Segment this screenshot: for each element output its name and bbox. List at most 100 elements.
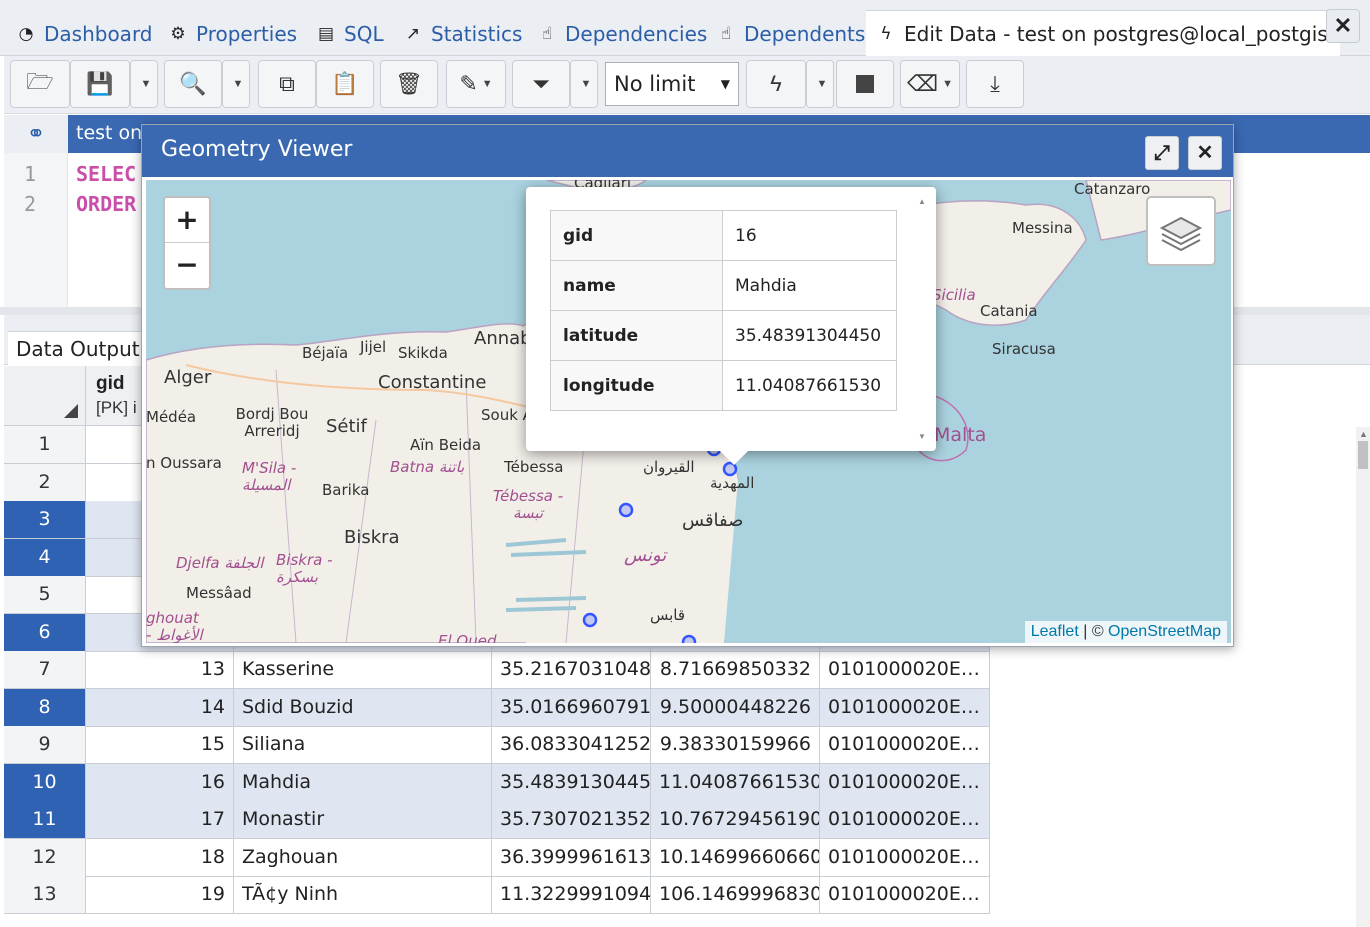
tab-dashboard[interactable]: ◔ Dashboard — [16, 12, 153, 56]
delete-button[interactable]: 🗑 — [380, 60, 438, 108]
cell-gid[interactable]: 14 — [86, 688, 234, 727]
cell-latitude[interactable]: 36.39999616130 — [492, 838, 651, 877]
table-row[interactable]: 12 18 Zaghouan 36.39999616130 10.14699660660… — [4, 838, 990, 877]
cell-longitude[interactable]: 10.76729456190 — [651, 801, 820, 839]
leaflet-link[interactable]: Leaflet — [1031, 623, 1079, 640]
edit-button[interactable]: ✎ ▼ — [446, 60, 506, 108]
stop-button[interactable] — [836, 60, 894, 108]
map-attribution: Leaflet | © OpenStreetMap — [1024, 621, 1227, 643]
map-view[interactable]: Cagliari Catanzaro Messina Sicilia Catan… — [146, 180, 1231, 643]
cell-geom[interactable]: 0101000020E61... — [820, 688, 990, 727]
connection-status-icon[interactable]: ⚭ — [4, 115, 68, 153]
row-number[interactable]: 5 — [4, 576, 86, 614]
code-line[interactable]: SELEC — [76, 162, 136, 186]
vertical-scrollbar[interactable]: ▲ — [1356, 427, 1370, 927]
cell-latitude[interactable]: 35.01669607910 — [492, 688, 651, 727]
tab-sql[interactable]: ▤ SQL — [316, 12, 384, 56]
tab-statistics[interactable]: ↗ Statistics — [403, 12, 523, 56]
cell-name[interactable]: Siliana — [234, 726, 492, 764]
caret-down-icon: ▼ — [720, 77, 730, 91]
row-number[interactable]: 1 — [4, 426, 86, 464]
cell-latitude[interactable]: 35.21670310480 — [492, 651, 651, 689]
tab-data-output[interactable]: Data Output — [8, 331, 148, 365]
cell-name[interactable]: Mahdia — [234, 763, 492, 802]
cell-longitude[interactable]: 11.04087661530 — [651, 763, 820, 802]
cell-name[interactable]: Kasserine — [234, 651, 492, 689]
trash-icon: 🗑 — [395, 71, 423, 96]
code-line[interactable]: ORDER — [76, 192, 136, 216]
tab-dependents[interactable]: ☝ Dependents — [716, 12, 866, 56]
row-number[interactable]: 12 — [4, 838, 86, 877]
scroll-thumb[interactable] — [1358, 441, 1368, 469]
cell-longitude[interactable]: 9.38330159966 — [651, 726, 820, 764]
row-limit-select[interactable]: No limit ▼ — [605, 62, 739, 106]
row-number[interactable]: 3 — [4, 501, 86, 539]
find-button[interactable]: 🔍 — [164, 60, 222, 108]
tab-dependencies[interactable]: ☝ Dependencies — [537, 12, 708, 56]
cell-name[interactable]: Zaghouan — [234, 838, 492, 877]
popup-scrollbar[interactable]: ▲ ▼ — [918, 197, 926, 441]
filter-button[interactable]: ⏷ — [512, 60, 570, 108]
row-number[interactable]: 2 — [4, 463, 86, 502]
download-button[interactable]: ⤓ — [966, 60, 1024, 108]
save-button[interactable]: 💾 — [70, 60, 130, 108]
cell-latitude[interactable]: 35.48391304450 — [492, 763, 651, 802]
filter-dropdown[interactable]: ▼ — [570, 60, 598, 108]
dialog-close-button[interactable]: ✕ — [1188, 136, 1222, 170]
clear-button[interactable]: ⌫ ▼ — [900, 60, 960, 108]
row-number[interactable]: 6 — [4, 613, 86, 652]
cell-gid[interactable]: 18 — [86, 838, 234, 877]
cell-gid[interactable]: 13 — [86, 651, 234, 689]
tab-properties[interactable]: ⚙ Properties — [168, 12, 297, 56]
row-number[interactable]: 10 — [4, 763, 86, 802]
cell-geom[interactable]: 0101000020E61... — [820, 876, 990, 914]
row-number[interactable]: 11 — [4, 801, 86, 839]
table-row[interactable]: 10 16 Mahdia 35.48391304450 11.04087661530 01… — [4, 763, 990, 802]
cell-geom[interactable]: 0101000020E61... — [820, 801, 990, 839]
table-row[interactable]: 7 13 Kasserine 35.21670310480 8.71669850332 0… — [4, 651, 990, 689]
table-row[interactable]: 9 15 Siliana 36.08330412520 9.38330159966 010… — [4, 726, 990, 764]
row-number[interactable]: 7 — [4, 651, 86, 689]
copy-button[interactable]: ⧉ — [258, 60, 316, 108]
cell-longitude[interactable]: 8.71669850332 — [651, 651, 820, 689]
find-dropdown[interactable]: ▼ — [222, 60, 250, 108]
cell-gid[interactable]: 17 — [86, 801, 234, 839]
cell-name[interactable]: Monastir — [234, 801, 492, 839]
cell-gid[interactable]: 16 — [86, 763, 234, 802]
table-row[interactable]: 8 14 Sdid Bouzid 35.01669607910 9.5000044822… — [4, 688, 990, 727]
cell-longitude[interactable]: 10.14699660660 — [651, 838, 820, 877]
cell-latitude[interactable]: 35.73070213520 — [492, 801, 651, 839]
table-row[interactable]: 11 17 Monastir 35.73070213520 10.76729456190… — [4, 801, 990, 839]
open-file-button[interactable]: 🗁 — [10, 60, 70, 108]
tab-edit-data[interactable]: ϟ Edit Data - test on postgres@local_post… — [866, 10, 1340, 56]
row-number[interactable]: 13 — [4, 876, 86, 914]
cell-geom[interactable]: 0101000020E61... — [820, 726, 990, 764]
cell-gid[interactable]: 19 — [86, 876, 234, 914]
cell-longitude[interactable]: 106.14699968300 — [651, 876, 820, 914]
cell-name[interactable]: TÃ¢y Ninh — [234, 876, 492, 914]
cell-geom[interactable]: 0101000020E61... — [820, 651, 990, 689]
layers-button[interactable] — [1146, 196, 1216, 266]
execute-dropdown[interactable]: ▼ — [806, 60, 834, 108]
cell-latitude[interactable]: 11.32299910940 — [492, 876, 651, 914]
cell-name[interactable]: Sdid Bouzid — [234, 688, 492, 727]
cell-geom[interactable]: 0101000020E61... — [820, 838, 990, 877]
openstreetmap-link[interactable]: OpenStreetMap — [1108, 623, 1221, 640]
caret-down-icon: ▼ — [140, 78, 152, 90]
row-number[interactable]: 9 — [4, 726, 86, 764]
zoom-out-button[interactable]: − — [165, 243, 209, 288]
map-label: Siracusa — [992, 340, 1056, 358]
cell-latitude[interactable]: 36.08330412520 — [492, 726, 651, 764]
zoom-in-button[interactable]: + — [165, 198, 209, 243]
cell-gid[interactable]: 15 — [86, 726, 234, 764]
cell-longitude[interactable]: 9.50000448226 — [651, 688, 820, 727]
row-number[interactable]: 8 — [4, 688, 86, 727]
maximize-button[interactable]: ⤢ — [1145, 136, 1179, 170]
row-number[interactable]: 4 — [4, 538, 86, 577]
save-dropdown[interactable]: ▼ — [130, 60, 158, 108]
cell-geom[interactable]: 0101000020E61... — [820, 763, 990, 802]
table-row[interactable]: 13 19 TÃ¢y Ninh 11.32299910940 106.146999683… — [4, 876, 990, 914]
close-tab-button[interactable]: ✕ — [1326, 9, 1360, 43]
paste-button[interactable]: 📋 — [316, 60, 374, 108]
execute-button[interactable]: ϟ — [746, 60, 806, 108]
